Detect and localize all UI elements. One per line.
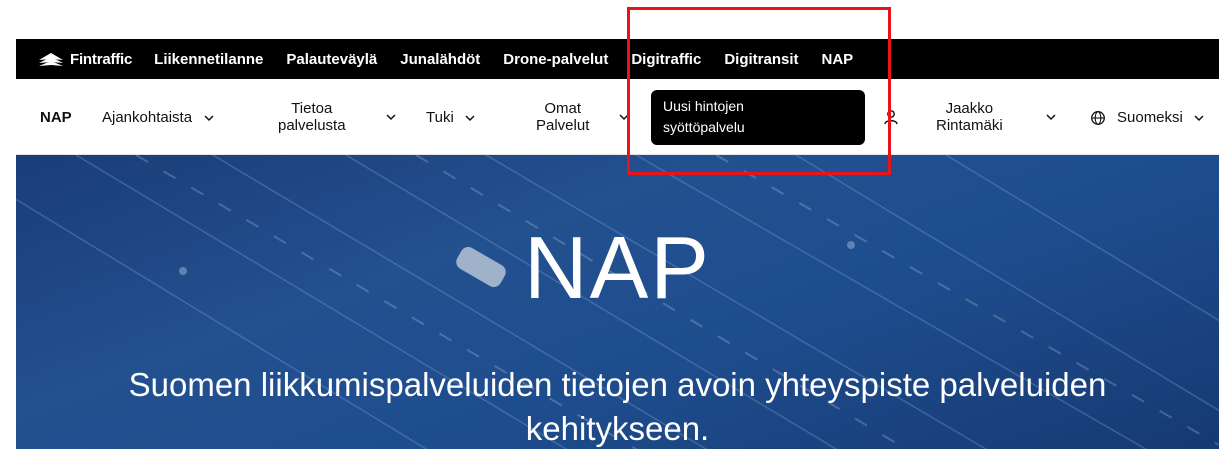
chevron-down-icon — [1194, 114, 1204, 121]
nav-user-firstname: Jaakko — [945, 100, 994, 117]
nav-user-label: Jaakko Rintamäki — [936, 100, 1003, 134]
nav-omat-line2: Palvelut — [536, 117, 590, 134]
hero-subtitle-line1: Suomen liikkumispalveluiden tietojen avo… — [128, 366, 1107, 403]
nav-ajankohtaista[interactable]: Ajankohtaista — [102, 109, 214, 126]
hero-title: NAP — [524, 218, 711, 317]
top-link-liikennetilanne[interactable]: Liikennetilanne — [154, 51, 263, 68]
brand-name: Fintraffic — [70, 50, 133, 68]
nav-user-lastname: Rintamäki — [936, 117, 1003, 134]
user-icon — [884, 110, 898, 125]
nav-omat-label: Omat Palvelut — [536, 100, 589, 134]
nav-ajankohtaista-label: Ajankohtaista — [102, 109, 193, 126]
nav-user-icon-button[interactable] — [884, 109, 898, 125]
fintraffic-logo-icon — [39, 53, 63, 66]
top-link-nap[interactable]: NAP — [822, 51, 854, 68]
nav-language-label: Suomeksi — [1117, 109, 1183, 126]
hero-subtitle-line2: kehitykseen. — [525, 410, 710, 447]
nav-tietoa-line2: palvelusta — [278, 117, 346, 134]
fintraffic-logo[interactable]: Fintraffic — [38, 51, 132, 68]
chevron-down-icon — [465, 114, 475, 121]
nav-tuki-label: Tuki — [426, 109, 454, 126]
chevron-down-icon — [386, 114, 396, 121]
tooltip-line2: syöttöpalvelu — [663, 119, 745, 135]
top-bar: Fintraffic Liikennetilanne Palauteväylä … — [16, 39, 1219, 79]
nav-tietoa-palvelusta[interactable]: Tietoa palvelusta — [278, 100, 396, 134]
chevron-down-icon — [204, 114, 214, 121]
top-link-digitransit[interactable]: Digitransit — [724, 51, 798, 68]
globe-icon — [1091, 110, 1105, 125]
chevron-down-icon — [1046, 114, 1056, 121]
nav-tuki[interactable]: Tuki — [426, 109, 475, 126]
hero-banner: NAP Suomen liikkumispalveluiden tietojen… — [16, 155, 1219, 449]
nav-language-selector[interactable]: Suomeksi — [1090, 109, 1204, 126]
hero-subtitle: Suomen liikkumispalveluiden tietojen avo… — [56, 363, 1179, 449]
nav-home-label: NAP — [40, 109, 72, 126]
chevron-down-icon — [619, 114, 629, 121]
top-link-junalahdot[interactable]: Junalähdöt — [400, 51, 480, 68]
new-feature-tooltip[interactable]: Uusi hintojen syöttöpalvelu — [651, 90, 865, 145]
top-link-drone-palvelut[interactable]: Drone-palvelut — [503, 51, 608, 68]
tooltip-line1: Uusi hintojen — [663, 98, 744, 114]
nav-omat-line1: Omat — [544, 100, 582, 117]
top-link-palautevayla[interactable]: Palauteväylä — [286, 51, 377, 68]
nav-user-menu[interactable]: Jaakko Rintamäki — [936, 100, 1056, 134]
nav-omat-palvelut[interactable]: Omat Palvelut — [536, 100, 629, 134]
nav-tietoa-label: Tietoa palvelusta — [278, 100, 346, 134]
main-navigation: NAP Ajankohtaista Tietoa palvelusta Tuki… — [16, 79, 1219, 155]
nav-home-nap[interactable]: NAP — [40, 109, 72, 126]
top-link-digitraffic[interactable]: Digitraffic — [631, 51, 701, 68]
nav-tietoa-line1: Tietoa — [291, 100, 333, 117]
